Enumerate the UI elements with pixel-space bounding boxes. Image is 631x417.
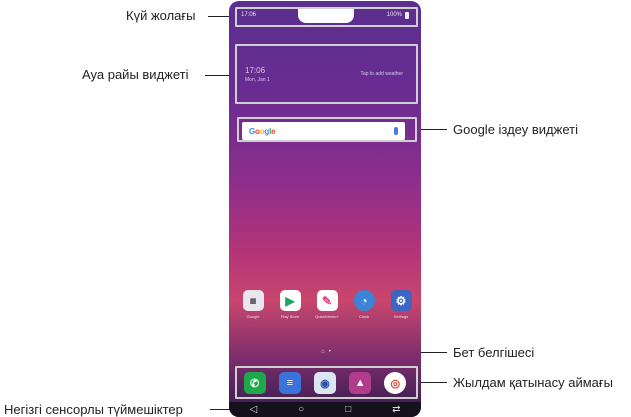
- app-google-folder[interactable]: ▦ Google: [239, 290, 267, 319]
- home-page-icon: ⌂: [321, 348, 325, 355]
- label-touch-buttons: Негізгі сенсорлы түймешіктер: [4, 402, 183, 417]
- label-google-search-widget: Google іздеу виджеті: [453, 122, 578, 137]
- pen-icon: ✎: [316, 290, 338, 311]
- app-label: Settings: [393, 314, 409, 319]
- label-weather-widget: Ауа райы виджеті: [82, 67, 189, 82]
- play-store-icon: ▶: [279, 290, 301, 311]
- label-status-bar: Күй жолағы: [126, 8, 196, 23]
- gear-icon: ⚙: [390, 290, 412, 311]
- page-indicator[interactable]: ⌂ •: [307, 347, 345, 356]
- app-settings[interactable]: ⚙ Settings: [387, 290, 415, 319]
- app-play-store[interactable]: ▶ Play Store: [276, 290, 304, 319]
- highlight-weather-widget: [235, 44, 418, 104]
- highlight-status-bar: [235, 7, 418, 27]
- recents-button[interactable]: □: [345, 404, 351, 415]
- leader-quick-access: [418, 382, 447, 383]
- label-quick-access: Жылдам қатынасу аймағы: [453, 375, 613, 390]
- home-app-row: ▦ Google ▶ Play Store ✎ QuickMemo+ ◔ Clo…: [239, 290, 415, 319]
- folder-icon: ▦: [242, 290, 264, 311]
- app-label: Play Store: [280, 314, 300, 319]
- app-label: Clock: [358, 314, 369, 319]
- dual-window-button[interactable]: ⇄: [392, 404, 400, 415]
- app-clock[interactable]: ◔ Clock: [350, 290, 378, 319]
- navigation-bar: ◁ ○ □ ⇄: [229, 402, 421, 417]
- clock-icon: ◔: [353, 290, 375, 311]
- highlight-google-search: [237, 117, 417, 142]
- app-label: QuickMemo+: [315, 314, 339, 319]
- home-button[interactable]: ○: [298, 404, 304, 415]
- label-page-indicator: Бет белгішесі: [453, 345, 535, 360]
- page-dot: •: [328, 348, 331, 355]
- back-button[interactable]: ◁: [249, 404, 257, 415]
- highlight-quick-access: [235, 366, 418, 399]
- app-label: Google: [246, 314, 260, 319]
- app-quickmemo[interactable]: ✎ QuickMemo+: [313, 290, 341, 319]
- leader-google-search-widget: [418, 129, 447, 130]
